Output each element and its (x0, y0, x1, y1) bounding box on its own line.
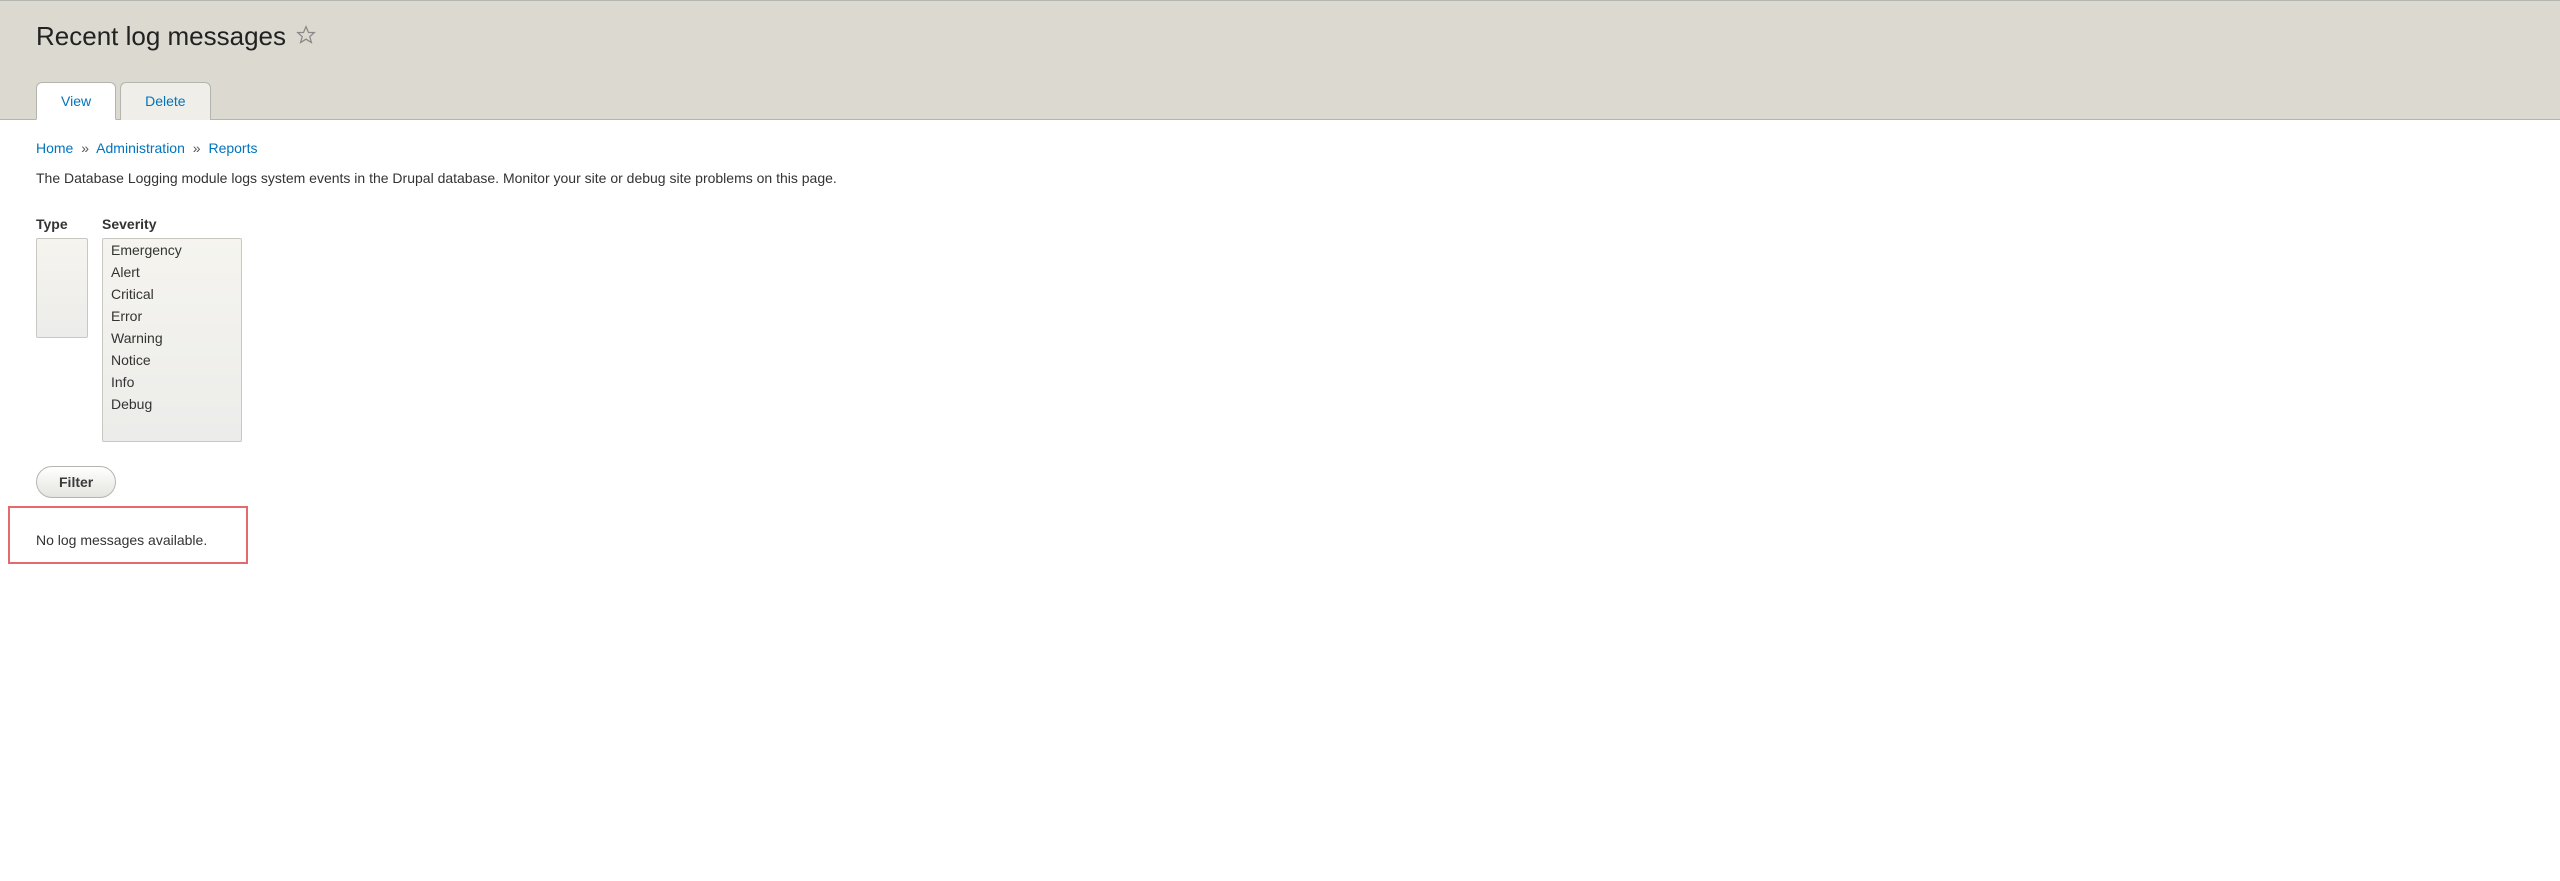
severity-option-error[interactable]: Error (103, 305, 241, 327)
empty-message: No log messages available. (36, 526, 220, 554)
content-region: Home » Administration » Reports The Data… (0, 120, 2560, 584)
filter-button[interactable]: Filter (36, 466, 116, 498)
filters: Type Severity Emergency Alert Critical E… (36, 216, 2524, 442)
breadcrumb-home[interactable]: Home (36, 140, 73, 156)
severity-option-alert[interactable]: Alert (103, 261, 241, 283)
breadcrumb-administration[interactable]: Administration (96, 140, 185, 156)
severity-option-emergency[interactable]: Emergency (103, 239, 241, 261)
favorite-star-icon[interactable] (296, 25, 316, 48)
filter-type-col: Type (36, 216, 88, 442)
severity-option-debug[interactable]: Debug (103, 393, 241, 415)
breadcrumb-sep: » (193, 140, 201, 156)
tab-delete[interactable]: Delete (120, 82, 210, 120)
tabs: View Delete (36, 82, 2560, 119)
page-title-row: Recent log messages (36, 21, 2560, 52)
severity-option-warning[interactable]: Warning (103, 327, 241, 349)
filter-button-label: Filter (59, 474, 93, 490)
breadcrumb: Home » Administration » Reports (36, 140, 2524, 156)
header-region: Recent log messages View Delete (0, 0, 2560, 120)
tab-delete-label: Delete (145, 93, 185, 109)
severity-option-info[interactable]: Info (103, 371, 241, 393)
highlight-box: No log messages available. (8, 506, 248, 564)
breadcrumb-sep: » (81, 140, 89, 156)
filter-severity-col: Severity Emergency Alert Critical Error … (102, 216, 242, 442)
breadcrumb-reports[interactable]: Reports (208, 140, 257, 156)
severity-option-notice[interactable]: Notice (103, 349, 241, 371)
tab-view-label: View (61, 93, 91, 109)
severity-select[interactable]: Emergency Alert Critical Error Warning N… (102, 238, 242, 442)
type-select[interactable] (36, 238, 88, 338)
page-description: The Database Logging module logs system … (36, 170, 2524, 186)
tab-view[interactable]: View (36, 82, 116, 120)
severity-option-critical[interactable]: Critical (103, 283, 241, 305)
filter-type-label: Type (36, 216, 88, 232)
page-title: Recent log messages (36, 21, 286, 52)
filter-severity-label: Severity (102, 216, 242, 232)
